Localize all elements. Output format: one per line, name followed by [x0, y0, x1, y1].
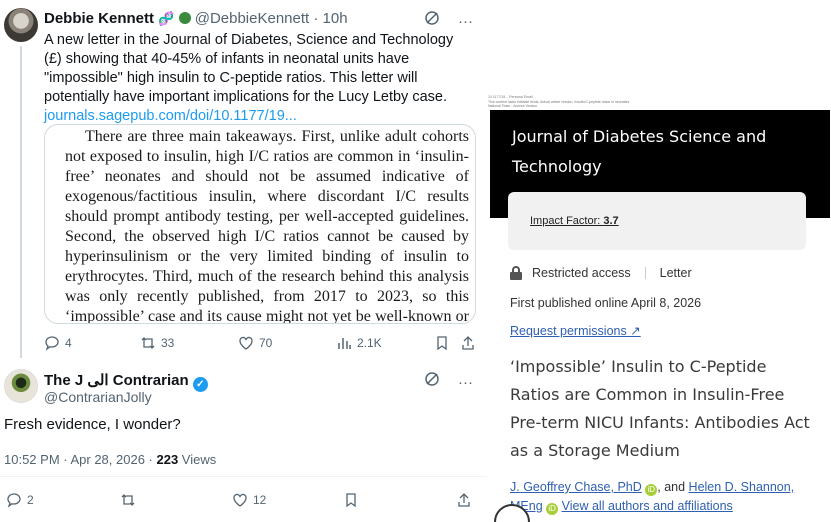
views-label: Views: [178, 452, 217, 467]
orcid-icon[interactable]: iD: [546, 503, 559, 515]
article-link[interactable]: journals.sagepub.com/doi/10.1177/19...: [44, 108, 297, 124]
share-button[interactable]: [460, 335, 476, 351]
bookmark-button[interactable]: [434, 335, 450, 351]
article-title: ‘Impossible’ Insulin to C-Peptide Ratios…: [510, 357, 810, 460]
journal-title[interactable]: Journal of Diabetes Science and Technolo…: [512, 122, 792, 182]
reply-button[interactable]: 2: [6, 492, 34, 508]
share-button[interactable]: [456, 492, 472, 508]
repost-icon: [121, 494, 135, 506]
tweet-text: A new letter in the Journal of Diabetes,…: [44, 31, 464, 126]
reply-button[interactable]: 4: [44, 335, 72, 351]
tweet-top-icons: ···: [410, 371, 473, 391]
heart-icon: [239, 336, 253, 350]
authors-list: J. Geoffrey Chase, PhD iD, and Helen D. …: [510, 478, 825, 516]
impact-value: 3.7: [603, 215, 619, 227]
share-icon: [458, 493, 470, 507]
bookmark-icon: [346, 493, 356, 508]
author-handle[interactable]: @ContrarianJolly: [44, 389, 152, 405]
bookmark-icon: [437, 336, 447, 351]
tweet-body: A new letter in the Journal of Diabetes,…: [44, 32, 454, 105]
journal-page: 10.1177/19... Personal Email This conten…: [488, 0, 831, 522]
grok-icon[interactable]: [424, 372, 444, 391]
author-handle-time[interactable]: @DebbieKennett · 10h: [195, 10, 348, 27]
more-icon[interactable]: ···: [458, 13, 473, 30]
tweet-timestamp[interactable]: 10:52 PM · Apr 28, 2026 · 223 Views: [4, 452, 216, 467]
impact-label: Impact Factor:: [530, 215, 604, 227]
fine-print: 10.1177/19... Personal Email This conten…: [488, 95, 630, 108]
verified-badge-icon: ✓: [192, 377, 208, 392]
and-text: , and: [657, 480, 689, 494]
orcid-icon[interactable]: iD: [645, 484, 658, 496]
repost-button[interactable]: [120, 492, 136, 508]
like-count: 12: [253, 493, 267, 507]
tweet-top-icons: ···: [410, 10, 473, 30]
repost-icon: [141, 337, 155, 349]
thread-line: [20, 46, 22, 358]
access-label: Restricted access: [532, 266, 631, 280]
image-excerpt: There are three main takeaways. First, u…: [65, 128, 469, 324]
avatar[interactable]: [4, 8, 38, 42]
view-all-authors-link[interactable]: View all authors and affiliations: [562, 499, 733, 513]
tweet-thread: Debbie Kennett 🧬 @DebbieKennett · 10h ··…: [0, 0, 487, 522]
author-link[interactable]: J. Geoffrey Chase, PhD: [510, 480, 642, 494]
views-count: 223: [156, 452, 179, 467]
tweet2-actions: 2 12: [6, 490, 476, 510]
divider: [0, 476, 487, 477]
attached-image[interactable]: There are three main takeaways. First, u…: [44, 124, 476, 324]
views-icon: [338, 338, 351, 349]
like-button[interactable]: 12: [232, 492, 266, 508]
lock-icon: [510, 266, 522, 280]
dna-emoji: 🧬: [158, 11, 175, 26]
separator: [644, 267, 646, 279]
reply-count: 2: [27, 493, 34, 507]
tree-emoji: [178, 12, 191, 24]
views-button[interactable]: 2.1K: [336, 335, 382, 351]
like-count: 70: [259, 336, 273, 350]
publication-date: First published online April 8, 2026: [510, 296, 702, 310]
reply-count: 4: [65, 336, 72, 350]
heart-icon: [233, 493, 247, 507]
share-icon: [462, 336, 474, 350]
reply-icon: [45, 336, 59, 351]
views-count: 2.1K: [357, 336, 382, 350]
tweet-text: Fresh evidence, I wonder?: [4, 416, 181, 433]
tweet-header: Debbie Kennett 🧬 @DebbieKennett · 10h: [44, 10, 348, 27]
reply-icon: [7, 493, 21, 508]
author-name-text: The J الى Contrarian: [44, 372, 189, 389]
author-name[interactable]: Debbie Kennett: [44, 10, 154, 27]
access-row: Restricted access Letter: [510, 266, 692, 280]
more-icon[interactable]: ···: [458, 374, 473, 391]
repost-count: 33: [161, 336, 175, 350]
request-permissions-link[interactable]: Request permissions ↗: [510, 323, 641, 338]
bookmark-button[interactable]: [343, 492, 359, 508]
tweet1-actions: 4 33 70 2.1K: [44, 334, 476, 352]
repost-button[interactable]: 33: [140, 335, 174, 351]
impact-factor-link[interactable]: Impact Factor: 3.7: [530, 215, 619, 227]
like-button[interactable]: 70: [238, 335, 272, 351]
grok-icon[interactable]: [424, 11, 444, 30]
avatar[interactable]: [4, 369, 38, 403]
article-type: Letter: [659, 266, 692, 280]
timestamp-text: 10:52 PM · Apr 28, 2026 ·: [4, 452, 157, 467]
impact-factor-box: Impact Factor: 3.7: [508, 192, 806, 250]
